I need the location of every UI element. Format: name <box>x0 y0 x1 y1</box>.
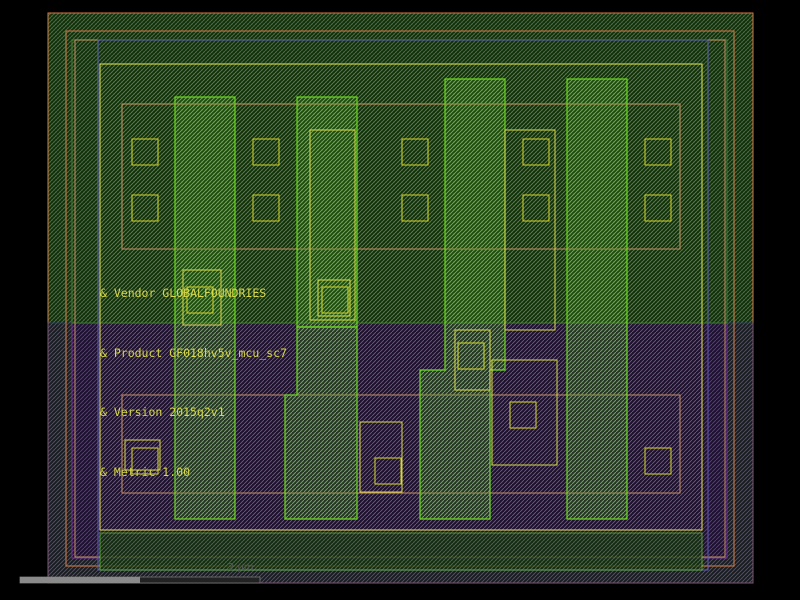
scale-bar-label: 2 µm <box>228 562 254 573</box>
poly-gate-5 <box>566 78 628 520</box>
vendor-label: & Vendor GLOBALFOUNDRIES <box>100 286 266 300</box>
product-label: & Product GF018hv5v_mcu_sc7 <box>100 346 287 360</box>
version-label: & Version 2015q2v1 <box>100 405 225 419</box>
scale-bar-fill <box>20 577 140 583</box>
metric-label: & Metric 1.00 <box>100 465 190 479</box>
layout-canvas[interactable]: & Vendor GLOBALFOUNDRIES & Product GF018… <box>0 0 800 600</box>
metal-bottom-rail <box>99 532 703 571</box>
poly-gate-1 <box>174 96 236 520</box>
